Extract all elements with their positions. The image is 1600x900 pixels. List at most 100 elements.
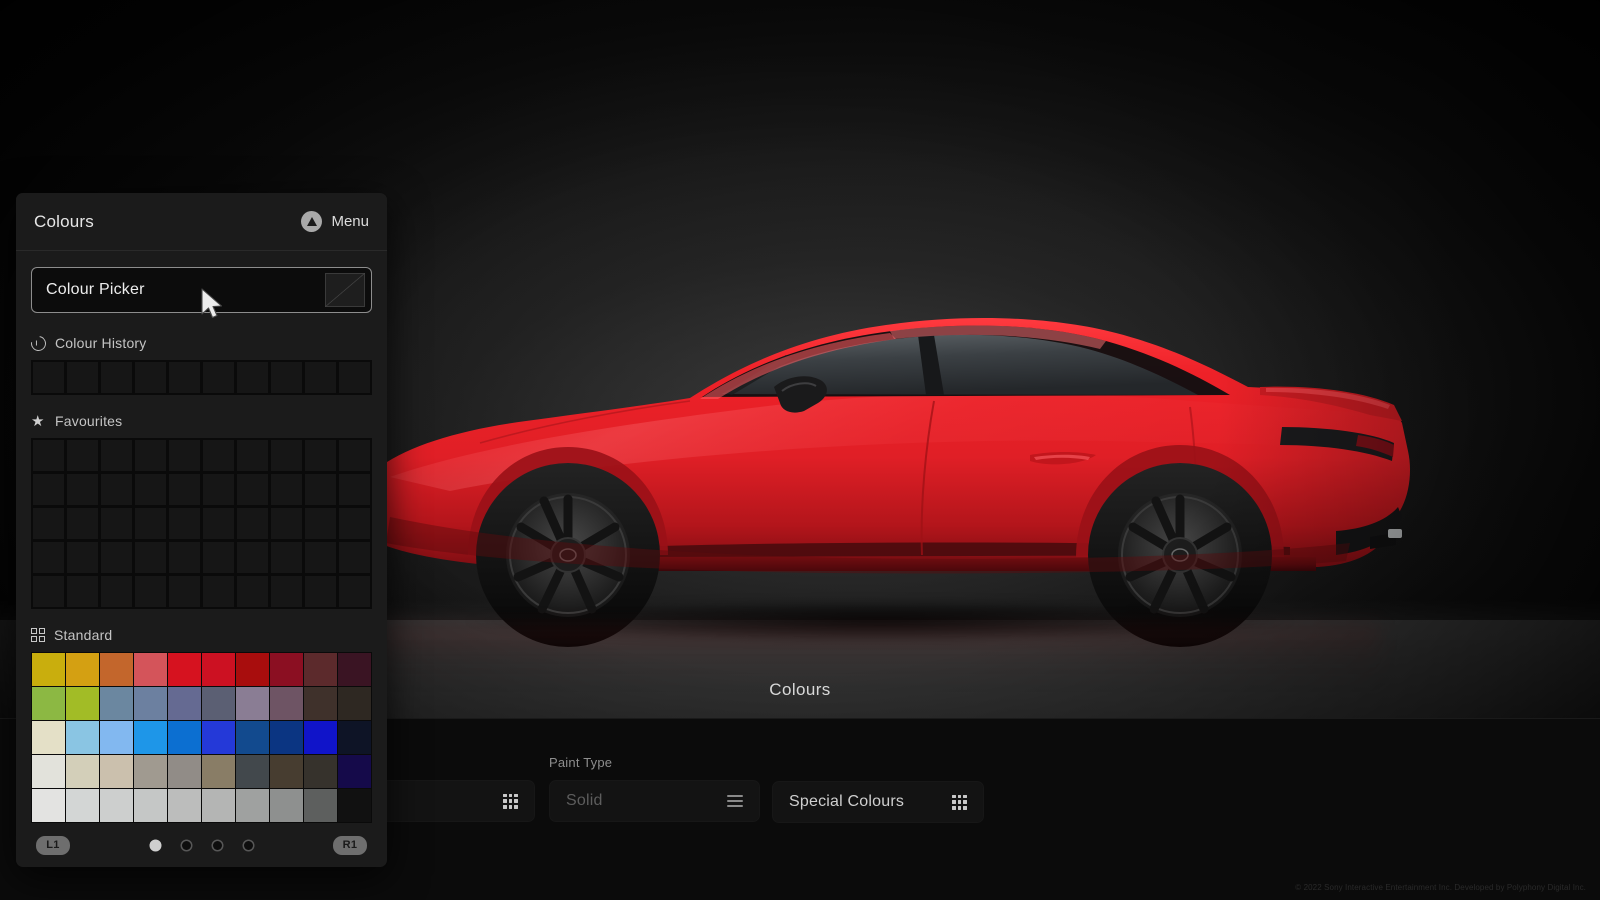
colour-swatch[interactable] — [32, 473, 65, 506]
l1-button[interactable]: L1 — [36, 835, 70, 855]
colour-swatch[interactable] — [134, 687, 167, 720]
colour-swatch[interactable] — [168, 473, 201, 506]
colour-picker-swatch[interactable] — [325, 273, 365, 307]
r1-button[interactable]: R1 — [333, 835, 367, 855]
colour-swatch[interactable] — [100, 473, 133, 506]
colour-swatch[interactable] — [338, 575, 371, 608]
colour-swatch[interactable] — [134, 541, 167, 574]
page-indicator[interactable] — [150, 840, 253, 850]
colour-swatch[interactable] — [304, 687, 337, 720]
colour-swatch[interactable] — [32, 755, 65, 788]
colour-swatch[interactable] — [304, 541, 337, 574]
colour-swatch[interactable] — [338, 721, 371, 754]
colour-swatch[interactable] — [304, 755, 337, 788]
colour-swatch[interactable] — [236, 361, 269, 394]
colour-swatch[interactable] — [338, 507, 371, 540]
colour-swatch[interactable] — [100, 575, 133, 608]
colour-swatch[interactable] — [32, 575, 65, 608]
colour-swatch[interactable] — [66, 439, 99, 472]
colour-swatch[interactable] — [100, 755, 133, 788]
colour-swatch[interactable] — [32, 653, 65, 686]
colour-swatch[interactable] — [338, 361, 371, 394]
special-colours-button[interactable]: Special Colours — [772, 781, 984, 823]
colour-swatch[interactable] — [134, 653, 167, 686]
colour-swatch[interactable] — [66, 473, 99, 506]
colour-swatch[interactable] — [304, 721, 337, 754]
colour-swatch[interactable] — [134, 755, 167, 788]
colour-swatch[interactable] — [100, 507, 133, 540]
paint-type-button[interactable]: Solid — [549, 780, 760, 822]
colour-swatch[interactable] — [202, 789, 235, 822]
colour-swatch[interactable] — [304, 507, 337, 540]
colour-swatch[interactable] — [338, 439, 371, 472]
colour-swatch[interactable] — [134, 361, 167, 394]
colour-swatch[interactable] — [32, 507, 65, 540]
colour-swatch[interactable] — [66, 789, 99, 822]
colour-swatch[interactable] — [134, 439, 167, 472]
colour-swatch[interactable] — [304, 653, 337, 686]
colour-swatch[interactable] — [236, 687, 269, 720]
colour-swatch[interactable] — [270, 439, 303, 472]
colour-swatch[interactable] — [66, 507, 99, 540]
colour-swatch[interactable] — [168, 439, 201, 472]
colour-swatch[interactable] — [100, 439, 133, 472]
colour-swatch[interactable] — [32, 687, 65, 720]
colour-swatch[interactable] — [202, 541, 235, 574]
colour-swatch[interactable] — [202, 575, 235, 608]
colour-swatch[interactable] — [304, 789, 337, 822]
colour-swatch[interactable] — [202, 507, 235, 540]
colour-swatch[interactable] — [304, 439, 337, 472]
colour-swatch[interactable] — [202, 653, 235, 686]
colour-swatch[interactable] — [168, 361, 201, 394]
colour-swatch[interactable] — [66, 653, 99, 686]
colour-swatch[interactable] — [66, 755, 99, 788]
colour-swatch[interactable] — [202, 721, 235, 754]
colour-swatch[interactable] — [134, 789, 167, 822]
colour-picker-row[interactable]: Colour Picker — [31, 267, 372, 313]
colour-swatch[interactable] — [100, 541, 133, 574]
colour-swatch[interactable] — [304, 575, 337, 608]
colour-swatch[interactable] — [236, 789, 269, 822]
colour-history-grid[interactable] — [31, 360, 372, 395]
colour-swatch[interactable] — [66, 361, 99, 394]
colour-swatch[interactable] — [134, 473, 167, 506]
colour-swatch[interactable] — [100, 687, 133, 720]
colour-swatch[interactable] — [134, 575, 167, 608]
page-dot[interactable] — [181, 840, 191, 850]
colour-swatch[interactable] — [168, 653, 201, 686]
colour-swatch[interactable] — [304, 473, 337, 506]
colour-swatch[interactable] — [100, 361, 133, 394]
colour-swatch[interactable] — [236, 473, 269, 506]
page-dot[interactable] — [212, 840, 222, 850]
colour-swatch[interactable] — [168, 575, 201, 608]
colour-swatch[interactable] — [32, 541, 65, 574]
colour-swatch[interactable] — [32, 789, 65, 822]
favourites-grid[interactable] — [31, 438, 372, 609]
colour-swatch[interactable] — [338, 789, 371, 822]
colour-swatch[interactable] — [270, 575, 303, 608]
colour-swatch[interactable] — [202, 439, 235, 472]
colour-swatch[interactable] — [236, 755, 269, 788]
colour-swatch[interactable] — [66, 721, 99, 754]
menu-button[interactable]: Menu — [301, 211, 369, 232]
colour-swatch[interactable] — [66, 541, 99, 574]
colour-swatch[interactable] — [134, 721, 167, 754]
colour-swatch[interactable] — [338, 541, 371, 574]
colour-swatch[interactable] — [270, 653, 303, 686]
colour-swatch[interactable] — [32, 721, 65, 754]
colour-swatch[interactable] — [338, 687, 371, 720]
standard-colours-grid[interactable] — [31, 652, 372, 823]
colour-swatch[interactable] — [134, 507, 167, 540]
colour-swatch[interactable] — [236, 721, 269, 754]
colour-swatch[interactable] — [100, 721, 133, 754]
colour-swatch[interactable] — [168, 755, 201, 788]
colour-swatch[interactable] — [168, 687, 201, 720]
colour-swatch[interactable] — [66, 687, 99, 720]
colour-swatch[interactable] — [236, 507, 269, 540]
colour-swatch[interactable] — [202, 361, 235, 394]
colour-swatch[interactable] — [338, 755, 371, 788]
colour-swatch[interactable] — [338, 653, 371, 686]
colour-swatch[interactable] — [270, 687, 303, 720]
colour-swatch[interactable] — [168, 789, 201, 822]
colour-swatch[interactable] — [236, 541, 269, 574]
